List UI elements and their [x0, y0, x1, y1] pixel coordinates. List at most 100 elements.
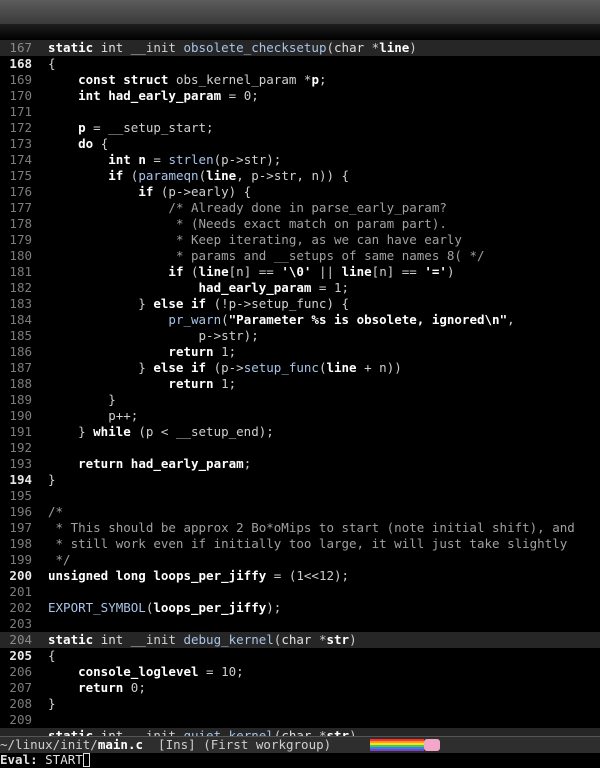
code-text: /* Already done in parse_early_param?: [48, 200, 447, 216]
code-token: ;: [318, 72, 327, 87]
code-text: {: [48, 648, 56, 664]
line-number: 190: [9, 408, 32, 423]
code-line[interactable]: 202 EXPORT_SYMBOL(loops_per_jiffy);: [0, 600, 600, 616]
code-token: str: [326, 728, 350, 736]
code-line[interactable]: 169 const struct obs_kernel_param *p;: [0, 72, 600, 88]
code-text: * (Needs exact match on param part).: [48, 216, 447, 232]
code-line[interactable]: 188 return 1;: [0, 376, 600, 392]
minibuffer-input[interactable]: START: [45, 752, 83, 767]
code-line[interactable]: 203: [0, 616, 600, 632]
code-line[interactable]: 194}: [0, 472, 600, 488]
code-line[interactable]: 193 return had_early_param;: [0, 456, 600, 472]
code-line[interactable]: 182 had_early_param = 1;: [0, 280, 600, 296]
code-line[interactable]: 172 p = __setup_start;: [0, 120, 600, 136]
code-text: } else if (p->setup_func(line + n)): [48, 360, 401, 376]
code-text: } while (p < __setup_end);: [48, 424, 274, 440]
code-line[interactable]: 183 } else if (!p->setup_func) {: [0, 296, 600, 312]
code-token: had_early_param: [130, 456, 244, 471]
code-text: return 0;: [48, 680, 146, 696]
code-token: int: [78, 88, 101, 103]
code-token: pr_warn: [168, 312, 222, 327]
code-token: char: [334, 40, 365, 55]
code-line[interactable]: 173 do {: [0, 136, 600, 152]
code-line[interactable]: 190 p++;: [0, 408, 600, 424]
code-line[interactable]: 201: [0, 584, 600, 600]
code-text: p->str);: [48, 328, 259, 344]
file-name[interactable]: main.c: [98, 737, 143, 752]
line-number: 201: [9, 584, 32, 599]
code-line[interactable]: 192: [0, 440, 600, 456]
code-token: do: [78, 136, 94, 151]
code-token: ): [349, 632, 357, 647]
code-line[interactable]: 206 console_loglevel = 10;: [0, 664, 600, 680]
code-line[interactable]: 186 return 1;: [0, 344, 600, 360]
code-line[interactable]: 198 * still work even if initially too l…: [0, 536, 600, 552]
code-line[interactable]: 205 {: [0, 648, 600, 664]
code-text: }: [48, 696, 56, 712]
code-line[interactable]: 167 static int __init obsolete_checksetup…: [0, 40, 600, 56]
code-token: p: [311, 72, 319, 87]
code-line[interactable]: 177 /* Already done in parse_early_param…: [0, 200, 600, 216]
code-line[interactable]: 185 p->str);: [0, 328, 600, 344]
line-number: 187: [9, 360, 32, 375]
code-line[interactable]: 168 {: [0, 56, 600, 72]
line-number: 200: [9, 568, 32, 583]
code-token: static: [48, 728, 94, 736]
code-editor[interactable]: 167 static int __init obsolete_checksetup…: [0, 40, 600, 736]
code-text: {: [48, 56, 56, 72]
code-token: had_early_param: [198, 280, 312, 295]
code-token: obsolete_checksetup: [183, 40, 327, 55]
code-line[interactable]: 171: [0, 104, 600, 120]
code-line[interactable]: 189 }: [0, 392, 600, 408]
code-token: const: [78, 72, 116, 87]
code-line[interactable]: 170 int had_early_param = 0;: [0, 88, 600, 104]
code-line[interactable]: 174 int n = strlen(p->str);: [0, 152, 600, 168]
code-line[interactable]: 184 pr_warn("Parameter %s is obsolete, i…: [0, 312, 600, 328]
code-line[interactable]: 180 * params and __setups of same names …: [0, 248, 600, 264]
code-line[interactable]: 191 } while (p < __setup_end);: [0, 424, 600, 440]
code-line[interactable]: 197 * This should be approx 2 Bo*oMips t…: [0, 520, 600, 536]
code-line[interactable]: 195: [0, 488, 600, 504]
code-line[interactable]: 178 * (Needs exact match on param part).: [0, 216, 600, 232]
code-token: {: [93, 136, 109, 151]
code-token: ,: [507, 312, 515, 327]
code-line[interactable]: 179 * Keep iterating, as we can have ear…: [0, 232, 600, 248]
code-token: {: [48, 56, 56, 71]
code-token: static: [48, 40, 94, 55]
code-token: ||: [311, 264, 342, 279]
code-line[interactable]: 199 */: [0, 552, 600, 568]
code-token: /* Already done in parse_early_param?: [168, 200, 447, 215]
line-number: 206: [9, 664, 32, 679]
code-line[interactable]: 204 static int __init debug_kernel(char *…: [0, 632, 600, 648]
code-token: [n] ==: [371, 264, 425, 279]
code-token: __init: [123, 40, 184, 55]
code-token: return: [78, 680, 124, 695]
code-line[interactable]: 208}: [0, 696, 600, 712]
code-line[interactable]: 175 if (parameqn(line, p->str, n)) {: [0, 168, 600, 184]
code-token: had_early_param: [108, 88, 222, 103]
line-number: 178: [9, 216, 32, 231]
code-token: *: [311, 728, 327, 736]
code-line[interactable]: 196 /*: [0, 504, 600, 520]
code-text: static int __init debug_kernel(char *str…: [48, 632, 357, 648]
line-number: 188: [9, 376, 32, 391]
code-token: return: [168, 344, 214, 359]
code-line[interactable]: 200 unsigned long loops_per_jiffy = (1<<1…: [0, 568, 600, 584]
code-line[interactable]: 207 return 0;: [0, 680, 600, 696]
minibuffer[interactable]: Eval: START: [0, 752, 600, 768]
line-number: 192: [9, 440, 32, 455]
code-line[interactable]: 209: [0, 712, 600, 728]
code-line[interactable]: 181 if (line[n] == '\0' || line[n] == '=…: [0, 264, 600, 280]
code-line[interactable]: 176 if (p->early) {: [0, 184, 600, 200]
code-token: static: [48, 632, 94, 647]
code-line[interactable]: static int __init quiet_kernel(char *str…: [0, 728, 600, 736]
code-line[interactable]: 187 } else if (p->setup_func(line + n)): [0, 360, 600, 376]
